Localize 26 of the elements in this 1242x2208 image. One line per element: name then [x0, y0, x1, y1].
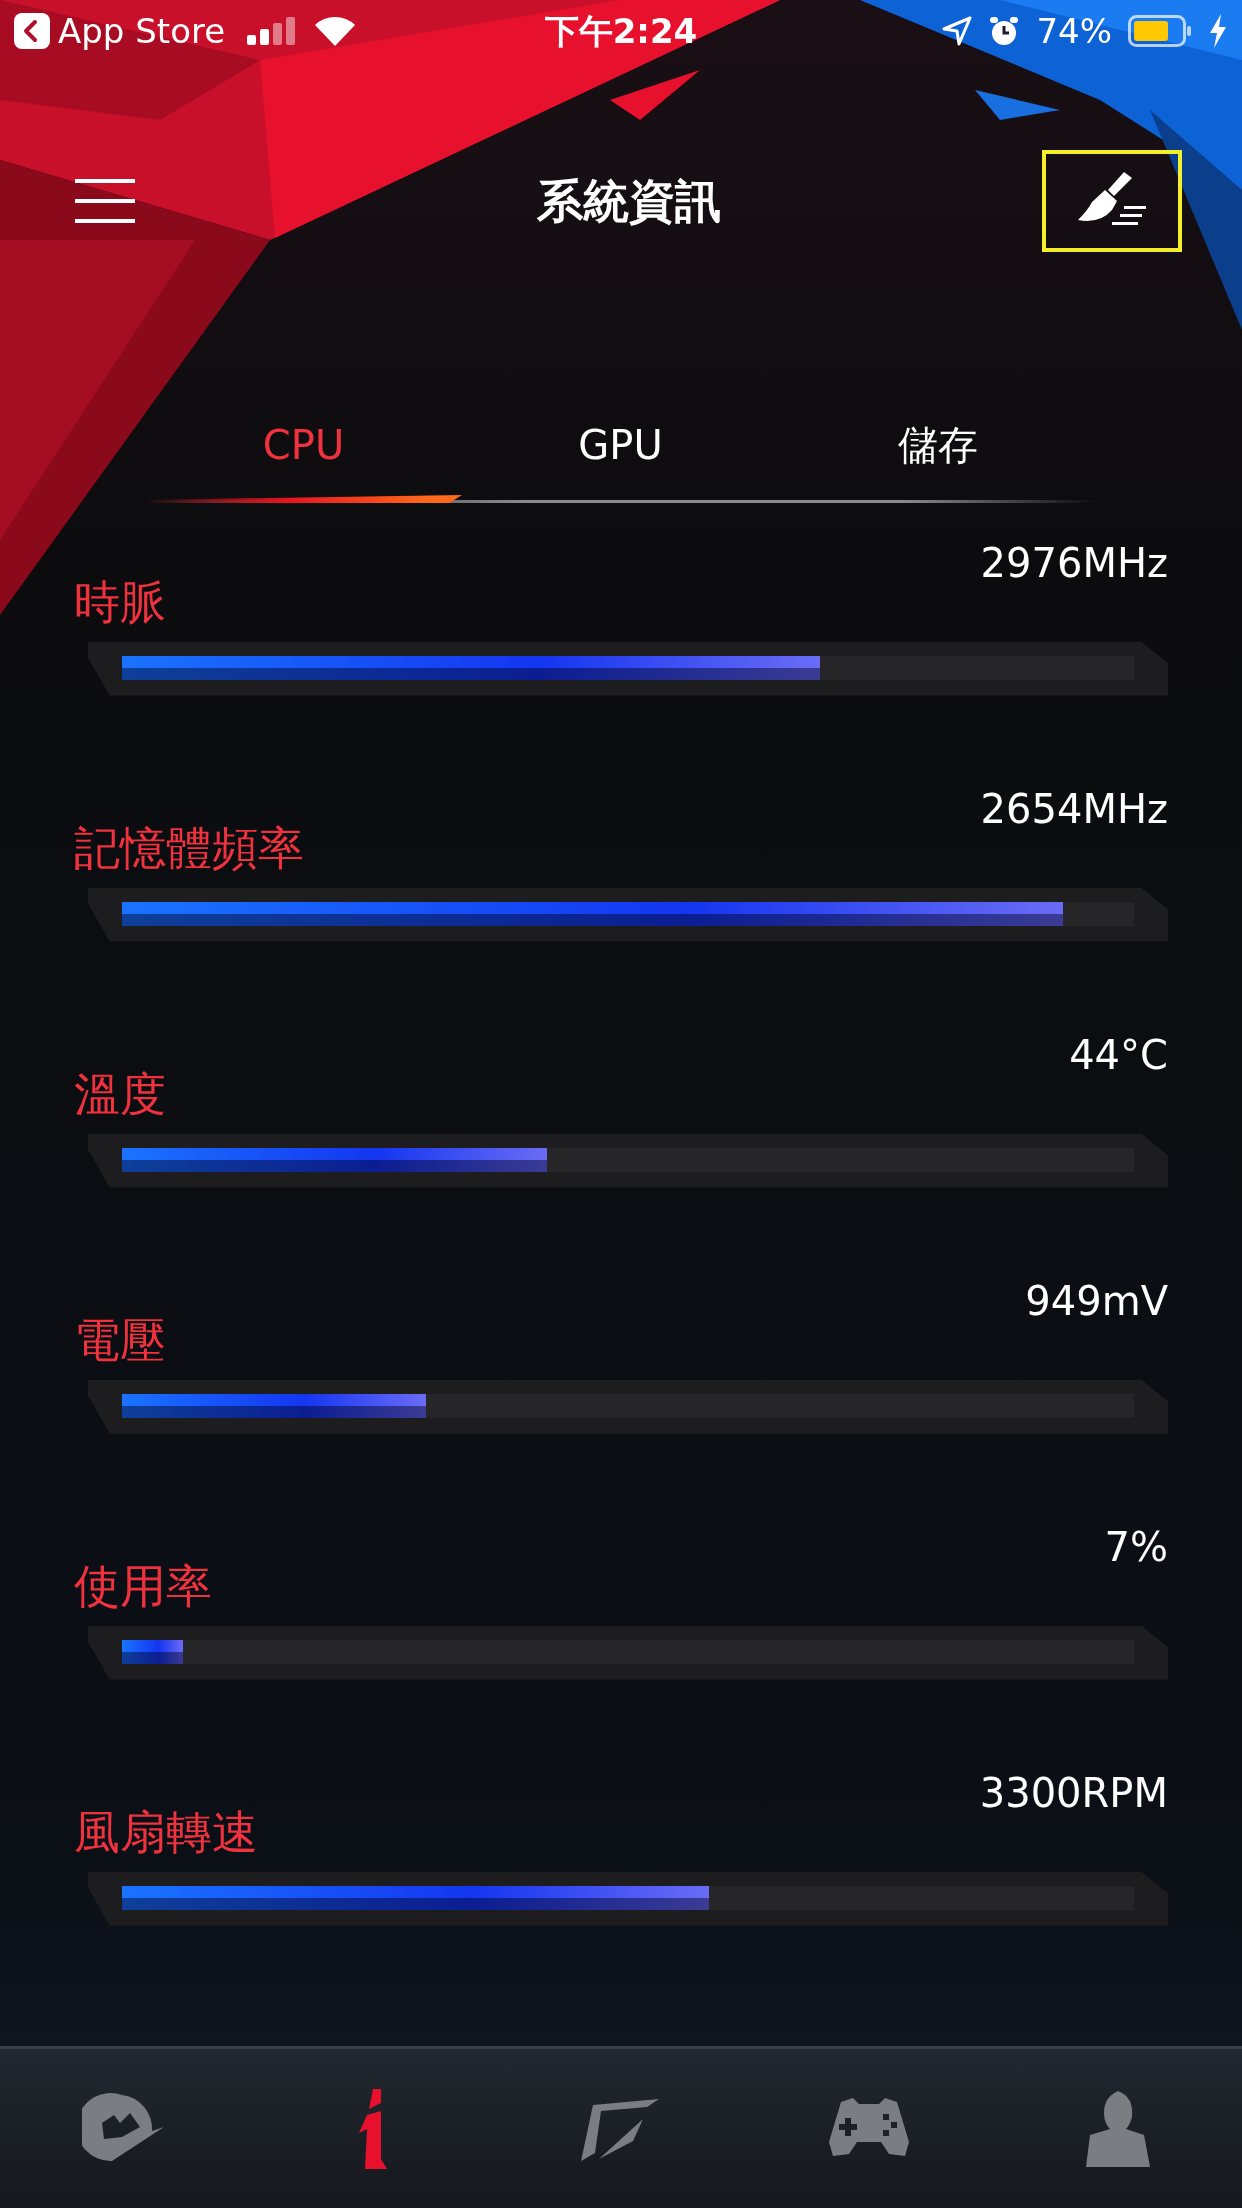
tab[interactable]: GPU: [462, 415, 779, 503]
battery-percent: 74%: [1036, 9, 1112, 53]
metric-label: 電壓: [74, 1315, 166, 1366]
metric-value: 2654MHz: [980, 787, 1168, 831]
metric-label: 記憶體頻率: [74, 823, 304, 874]
metric-label: 溫度: [74, 1069, 166, 1120]
wifi-icon: [315, 16, 356, 46]
metric-value: 7%: [1104, 1525, 1168, 1569]
metric-value: 949mV: [1025, 1279, 1168, 1323]
back-icon[interactable]: [14, 13, 50, 49]
menu-icon[interactable]: [75, 179, 135, 223]
metric-value: 44°C: [1069, 1033, 1168, 1077]
status-time: 下午2:24: [544, 10, 698, 51]
metric-label: 使用率: [74, 1561, 212, 1612]
tab[interactable]: CPU: [145, 415, 462, 503]
charging-icon: [1208, 14, 1228, 48]
metric-value: 2976MHz: [980, 541, 1168, 585]
page-title: 系統資訊: [536, 172, 721, 230]
battery-icon: [1128, 15, 1192, 47]
location-icon: [942, 16, 973, 46]
metric-label: 風扇轉速: [74, 1807, 258, 1858]
alarm-icon: [988, 15, 1021, 47]
clean-button[interactable]: [1042, 150, 1182, 252]
metric-label: 時脈: [74, 577, 166, 628]
tab[interactable]: 儲存: [779, 415, 1096, 503]
metric-value: 3300RPM: [979, 1771, 1168, 1815]
